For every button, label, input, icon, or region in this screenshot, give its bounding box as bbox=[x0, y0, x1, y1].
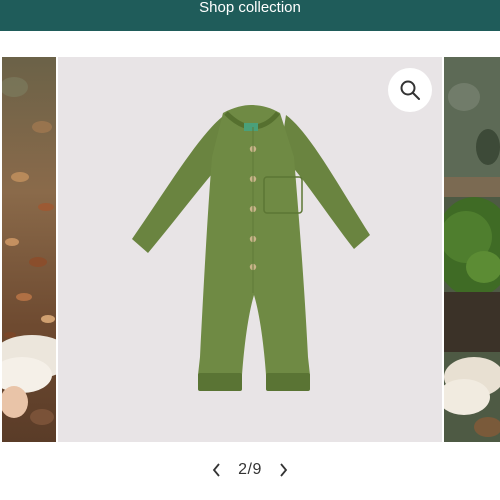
product-image-gallery[interactable] bbox=[0, 57, 500, 442]
gallery-pagination: 2/9 bbox=[0, 456, 500, 484]
next-image-button[interactable] bbox=[270, 457, 296, 483]
autumn-leaves-photo bbox=[2, 57, 56, 442]
current-slide-image[interactable] bbox=[58, 57, 442, 442]
shop-collection-banner[interactable]: Shop collection bbox=[0, 0, 500, 31]
mossy-forest-photo bbox=[444, 57, 500, 442]
previous-slide-image[interactable] bbox=[2, 57, 56, 442]
chevron-right-icon bbox=[280, 463, 288, 477]
green-romper-photo bbox=[132, 105, 370, 391]
image-counter: 2/9 bbox=[238, 461, 262, 478]
chevron-left-icon bbox=[212, 463, 220, 477]
shop-collection-label: Shop collection bbox=[199, 0, 301, 16]
search-icon bbox=[400, 80, 420, 100]
next-slide-image[interactable] bbox=[444, 57, 500, 442]
zoom-button[interactable] bbox=[388, 68, 432, 112]
previous-image-button[interactable] bbox=[204, 457, 230, 483]
